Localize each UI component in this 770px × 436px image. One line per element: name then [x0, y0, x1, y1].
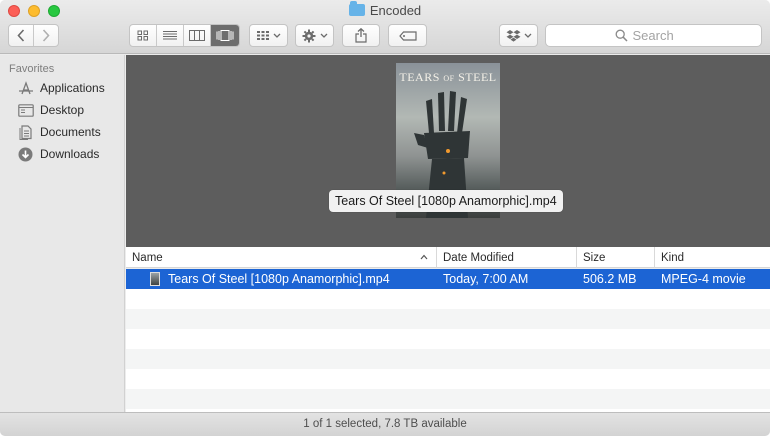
file-row[interactable]: Tears Of Steel [1080p Anamorphic].mp4 To…: [126, 269, 770, 289]
empty-row: [126, 389, 770, 409]
column-header-date-modified[interactable]: Date Modified: [437, 247, 577, 268]
empty-row: [126, 309, 770, 329]
sidebar: Favorites Applications Desktop Documents…: [0, 55, 125, 412]
file-size-cell: 506.2 MB: [583, 272, 637, 286]
chevron-right-icon: [42, 29, 50, 42]
chevron-left-icon: [17, 29, 24, 42]
gear-icon: [302, 29, 327, 42]
list-view-icon: [163, 31, 177, 40]
tag-icon: [398, 30, 417, 41]
file-date-cell: Today, 7:00 AM: [443, 272, 529, 286]
preview-filename-label: Tears Of Steel [1080p Anamorphic].mp4: [329, 190, 563, 212]
folder-icon: [348, 1, 365, 16]
window-title-text: Encoded: [369, 3, 422, 18]
cover-flow-icon: [216, 30, 234, 41]
navigation-buttons: [8, 24, 59, 47]
sidebar-heading-favorites: Favorites: [9, 63, 55, 75]
finder-window: Encoded Search Favorites Applications De…: [0, 0, 770, 436]
window-title: Encoded: [0, 1, 770, 19]
column-header-kind[interactable]: Kind: [655, 247, 770, 268]
sidebar-item-label: Applications: [40, 81, 105, 95]
desktop-icon: [17, 103, 34, 118]
toolbar: Encoded: [0, 0, 770, 54]
sidebar-item-downloads[interactable]: Downloads: [17, 145, 99, 163]
documents-icon: [17, 124, 34, 140]
list-view-button[interactable]: [157, 25, 184, 46]
downloads-icon: [17, 147, 34, 162]
share-icon: [355, 28, 367, 43]
file-name: Tears Of Steel [1080p Anamorphic].mp4: [168, 272, 390, 286]
column-view-button[interactable]: [184, 25, 211, 46]
search-icon: [615, 29, 628, 42]
empty-row: [126, 289, 770, 309]
group-grid-icon: [256, 31, 280, 40]
file-name-cell: Tears Of Steel [1080p Anamorphic].mp4: [126, 269, 437, 289]
sidebar-item-label: Documents: [40, 125, 101, 139]
file-list-header: Name Date Modified Size Kind: [126, 247, 770, 268]
cover-flow-preview: TEARS OF STEEL Tears Of Steel [1080p Ana…: [126, 55, 770, 247]
cover-flow-view-button[interactable]: [211, 25, 239, 46]
status-bar: 1 of 1 selected, 7.8 TB available: [0, 412, 770, 436]
empty-row: [126, 369, 770, 389]
back-button[interactable]: [9, 25, 34, 46]
column-header-name[interactable]: Name: [126, 247, 437, 268]
icon-view-button[interactable]: [130, 25, 157, 46]
applications-icon: [17, 80, 34, 96]
sidebar-item-label: Desktop: [40, 103, 85, 117]
search-input[interactable]: [632, 28, 693, 43]
file-kind-cell: MPEG-4 movie: [661, 272, 746, 286]
action-menu-button[interactable]: [295, 24, 334, 47]
icon-view-icon: [137, 30, 148, 41]
sort-ascending-icon: [420, 254, 428, 260]
edit-tags-button[interactable]: [388, 24, 427, 47]
sidebar-item-label: Downloads: [40, 147, 100, 161]
dropbox-button[interactable]: [499, 24, 538, 47]
empty-row: [126, 329, 770, 349]
sidebar-item-applications[interactable]: Applications: [17, 79, 105, 97]
forward-button[interactable]: [34, 25, 58, 46]
movie-file-icon: [150, 272, 160, 286]
group-by-button[interactable]: [249, 24, 288, 47]
column-header-size[interactable]: Size: [577, 247, 655, 268]
sidebar-item-documents[interactable]: Documents: [17, 123, 101, 141]
search-field[interactable]: [545, 24, 762, 47]
empty-row: [126, 349, 770, 369]
column-view-icon: [189, 30, 205, 41]
dropbox-icon: [506, 29, 531, 42]
view-mode-control: [129, 24, 240, 47]
file-list: Tears Of Steel [1080p Anamorphic].mp4 To…: [126, 269, 770, 412]
share-button[interactable]: [342, 24, 380, 47]
sidebar-item-desktop[interactable]: Desktop: [17, 101, 84, 119]
